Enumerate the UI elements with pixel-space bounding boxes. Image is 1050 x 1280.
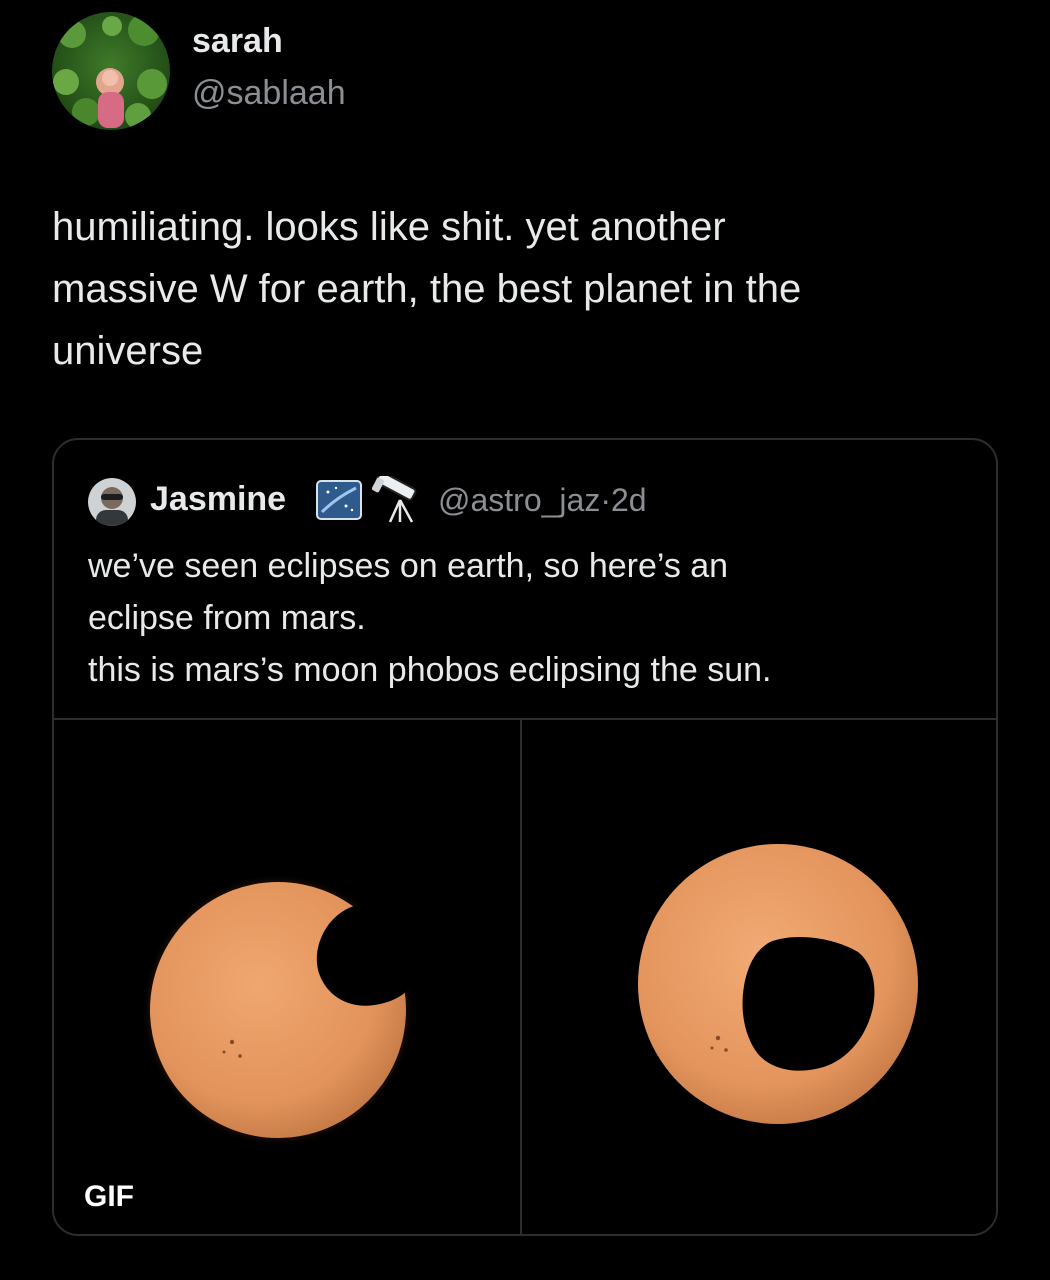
annular-eclipse-image[interactable]: [522, 720, 996, 1234]
gif-badge: GIF: [84, 1180, 134, 1213]
quoted-timestamp[interactable]: 2d: [611, 482, 647, 518]
quoted-author-display-name[interactable]: Jasmine: [150, 480, 286, 519]
quoted-meta: @astro_jaz·2d: [438, 482, 647, 519]
quoted-author-handle[interactable]: @astro_jaz: [438, 482, 600, 518]
tweet-container: sarah @sablaah humiliating. looks like s…: [0, 0, 1050, 1280]
quoted-text-line: eclipse from mars.: [88, 599, 366, 637]
author-display-name[interactable]: sarah: [192, 22, 283, 61]
author-avatar[interactable]: [52, 12, 170, 130]
quoted-tweet-text: we’ve seen eclipses on earth, so here’s …: [88, 540, 968, 696]
partial-eclipse-image[interactable]: GIF: [54, 720, 520, 1234]
quoted-tweet[interactable]: Jasmine @astro_jaz·2d we’ve seen eclipse…: [52, 438, 998, 1236]
quoted-author-avatar[interactable]: [88, 478, 136, 526]
tweet-text: humiliating. looks like shit. yet anothe…: [52, 205, 802, 373]
quoted-text-line: we’ve seen eclipses on earth, so here’s …: [88, 547, 729, 585]
quoted-text-line: this is mars’s moon phobos eclipsing the…: [88, 651, 772, 689]
author-handle[interactable]: @sablaah: [192, 74, 346, 113]
telescope-emoji-icon: [371, 471, 426, 524]
night-sky-emoji-icon: [316, 480, 362, 520]
media-grid: GIF: [54, 718, 996, 1234]
meta-separator: ·: [600, 482, 611, 518]
